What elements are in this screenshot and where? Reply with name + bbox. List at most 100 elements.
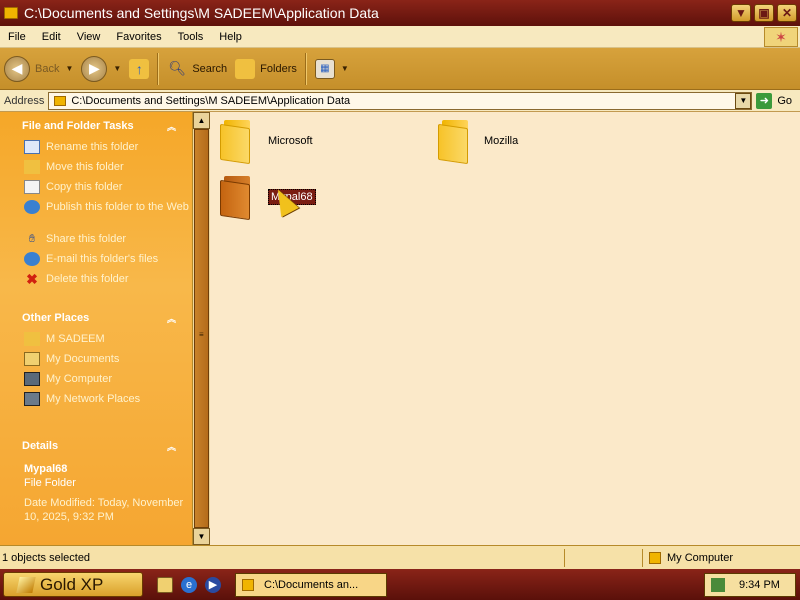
start-button[interactable]: Gold XP xyxy=(3,572,143,597)
toolbar: ◀ Back ▼ ▶ ▼ ↑ 🔍︎ Search Folders ▦ ▼ xyxy=(0,48,800,90)
task-pane-scrollbar[interactable]: ▲ ≡ ▼ xyxy=(192,112,210,545)
scroll-down-icon[interactable]: ▼ xyxy=(193,528,210,545)
search-button[interactable]: 🔍︎ Search xyxy=(163,51,231,87)
place-my-computer[interactable]: My Computer xyxy=(24,372,192,392)
folder-icon xyxy=(242,578,254,591)
views-button[interactable]: ▦ ▼ xyxy=(311,51,353,87)
folder-view: Microsoft Mozilla Mypal68 xyxy=(210,112,800,545)
toolbar-separator xyxy=(304,52,307,85)
status-bar: 1 objects selected My Computer xyxy=(0,545,800,569)
place-label: My Documents xyxy=(46,353,120,365)
address-bar: Address C:\Documents and Settings\M SADE… xyxy=(0,90,800,112)
network-tray-icon[interactable] xyxy=(711,577,725,592)
folder-item-selected[interactable]: Mypal68 xyxy=(220,176,316,221)
close-button[interactable]: ✕ xyxy=(777,4,797,22)
media-player-icon[interactable]: ▶ xyxy=(205,576,221,593)
task-label: Publish this folder to the Web xyxy=(46,201,189,213)
quick-launch: e ▶ xyxy=(157,576,221,593)
task-move[interactable]: Move this folder xyxy=(24,160,192,180)
clock[interactable]: 9:34 PM xyxy=(739,579,780,591)
system-tray: 9:34 PM xyxy=(704,572,796,597)
folder-icon xyxy=(438,120,472,165)
place-network[interactable]: My Network Places xyxy=(24,392,192,412)
place-user[interactable]: M SADEEM xyxy=(24,332,192,352)
task-delete[interactable]: ✖ Delete this folder xyxy=(24,271,192,292)
back-dropdown-icon[interactable]: ▼ xyxy=(65,64,73,73)
task-email[interactable]: E-mail this folder's files xyxy=(24,252,192,272)
toolbar-separator xyxy=(157,52,160,85)
search-label: Search xyxy=(192,62,228,75)
place-my-documents[interactable]: My Documents xyxy=(24,352,192,372)
share-hand-icon: ✋︎ xyxy=(28,232,36,245)
show-desktop-icon[interactable] xyxy=(157,576,173,593)
move-icon xyxy=(24,160,40,174)
details-type: File Folder xyxy=(24,477,76,489)
details-panel: Mypal68 File Folder Date Modified: Today… xyxy=(0,454,192,524)
menu-favorites[interactable]: Favorites xyxy=(108,31,169,43)
forward-dropdown-icon[interactable]: ▼ xyxy=(113,64,121,73)
status-panel xyxy=(565,548,643,567)
folder-up-icon: ↑ xyxy=(129,58,150,79)
menu-tools[interactable]: Tools xyxy=(170,31,212,43)
forward-button[interactable]: ▶ ▼ xyxy=(77,51,125,87)
collapse-chevron-icon[interactable]: ︽ xyxy=(167,440,176,453)
menu-view[interactable]: View xyxy=(69,31,109,43)
menu-bar: File Edit View Favorites Tools Help ✶ xyxy=(0,26,800,48)
place-label: M SADEEM xyxy=(46,333,105,345)
views-dropdown-icon[interactable]: ▼ xyxy=(341,64,349,73)
go-arrow-icon: ➜ xyxy=(756,92,773,109)
maximize-button[interactable]: ▣ xyxy=(754,4,774,22)
task-rename[interactable]: Rename this folder xyxy=(24,140,192,160)
title-bar: C:\Documents and Settings\M SADEEM\Appli… xyxy=(0,0,800,26)
taskbar-window-button[interactable]: C:\Documents an... xyxy=(235,572,387,597)
folder-item[interactable]: Microsoft xyxy=(220,120,313,165)
minimize-button[interactable]: ▼ xyxy=(731,4,751,22)
folder-item[interactable]: Mozilla xyxy=(438,120,519,165)
details-modified: Date Modified: Today, November 10, 2025,… xyxy=(24,497,184,523)
address-value[interactable]: C:\Documents and Settings\M SADEEM\Appli… xyxy=(71,95,735,107)
task-copy[interactable]: Copy this folder xyxy=(24,180,192,200)
folder-icon xyxy=(24,332,40,346)
task-label: Move this folder xyxy=(46,161,124,173)
tasks-title: File and Folder Tasks xyxy=(22,120,134,132)
address-dropdown-icon[interactable]: ▼ xyxy=(735,92,752,109)
tasks-list: Rename this folder Move this folder Copy… xyxy=(0,134,192,298)
go-button[interactable]: ➜ Go xyxy=(756,92,800,109)
folder-icon xyxy=(54,95,67,106)
menu-edit[interactable]: Edit xyxy=(34,31,69,43)
address-field[interactable]: C:\Documents and Settings\M SADEEM\Appli… xyxy=(48,91,753,110)
window-title: C:\Documents and Settings\M SADEEM\Appli… xyxy=(24,5,379,21)
collapse-chevron-icon[interactable]: ︽ xyxy=(167,312,176,325)
task-label: E-mail this folder's files xyxy=(46,253,159,265)
other-places-header[interactable]: Other Places ︽ xyxy=(0,304,192,326)
folders-button[interactable]: Folders xyxy=(231,51,301,87)
menu-file[interactable]: File xyxy=(0,31,34,43)
details-header[interactable]: Details ︽ xyxy=(0,432,192,454)
back-label: Back xyxy=(35,62,60,75)
other-places-title: Other Places xyxy=(22,312,90,324)
copy-icon xyxy=(24,180,40,194)
rename-icon xyxy=(24,140,40,154)
tasks-header[interactable]: File and Folder Tasks ︽ xyxy=(0,112,192,134)
internet-explorer-icon[interactable]: e xyxy=(181,576,197,593)
scroll-up-icon[interactable]: ▲ xyxy=(193,112,210,129)
address-label: Address xyxy=(4,94,45,107)
folder-name: Microsoft xyxy=(268,135,313,147)
scroll-thumb[interactable]: ≡ xyxy=(194,129,209,528)
windows-logo-icon: ✶ xyxy=(764,27,798,47)
search-icon: 🔍︎ xyxy=(168,60,187,76)
collapse-chevron-icon[interactable]: ︽ xyxy=(167,120,176,133)
back-button[interactable]: ◀ Back ▼ xyxy=(0,51,77,87)
up-button[interactable]: ↑ xyxy=(125,51,153,87)
folder-name: Mozilla xyxy=(484,135,519,147)
start-logo-icon xyxy=(16,576,36,593)
folder-icon xyxy=(4,7,18,19)
folder-icon xyxy=(220,176,254,221)
task-label: Rename this folder xyxy=(46,141,139,153)
views-icon: ▦ xyxy=(314,58,335,79)
email-icon xyxy=(24,252,40,266)
task-share[interactable]: ✋︎ Share this folder xyxy=(24,232,192,252)
menu-help[interactable]: Help xyxy=(211,31,250,43)
task-label: Copy this folder xyxy=(46,181,123,193)
task-publish[interactable]: Publish this folder to the Web xyxy=(24,200,192,232)
